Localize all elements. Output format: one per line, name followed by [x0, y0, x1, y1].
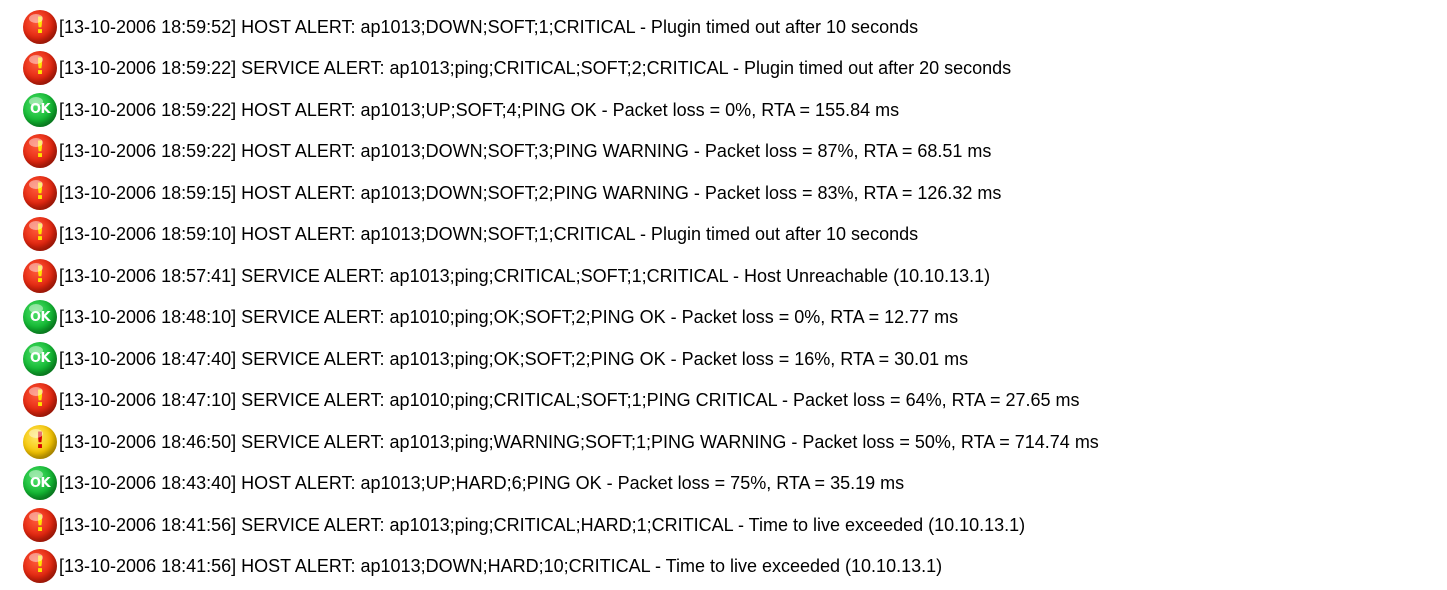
ok-icon: OK: [23, 466, 57, 501]
log-entry-text: [13-10-2006 18:59:10] HOST ALERT: ap1013…: [59, 224, 919, 245]
log-entry-text: [13-10-2006 18:59:22] SERVICE ALERT: ap1…: [59, 58, 1012, 79]
critical-icon: !: [23, 383, 57, 418]
log-entry: OK [13-10-2006 18:43:40] HOST ALERT: ap10…: [0, 463, 1447, 505]
critical-icon: !: [23, 51, 57, 86]
critical-icon: !: [23, 217, 57, 252]
log-entry-text: [13-10-2006 18:57:41] SERVICE ALERT: ap1…: [59, 265, 991, 286]
log-entry-text: [13-10-2006 18:48:10] SERVICE ALERT: ap1…: [59, 307, 959, 328]
log-entry-text: [13-10-2006 18:59:52] HOST ALERT: ap1013…: [59, 16, 919, 37]
log-entry: ! [13-10-2006 18:46:50] SERVICE ALERT: ap…: [0, 421, 1447, 463]
log-entry-text: [13-10-2006 18:46:50] SERVICE ALERT: ap1…: [59, 431, 1099, 452]
log-entry: ! [13-10-2006 18:47:10] SERVICE ALERT: ap…: [0, 380, 1447, 422]
critical-icon: !: [23, 175, 57, 210]
critical-icon: !: [23, 134, 57, 169]
log-entry-text: [13-10-2006 18:59:22] HOST ALERT: ap1013…: [59, 141, 992, 162]
log-entry-text: [13-10-2006 18:41:56] HOST ALERT: ap1013…: [59, 556, 943, 577]
log-entry: ! [13-10-2006 18:57:41] SERVICE ALERT: ap…: [0, 255, 1447, 297]
log-entry: ! [13-10-2006 18:59:22] HOST ALERT: ap101…: [0, 131, 1447, 173]
log-entry-text: [13-10-2006 18:59:15] HOST ALERT: ap1013…: [59, 182, 1002, 203]
critical-icon: !: [23, 9, 57, 44]
log-entry: OK [13-10-2006 18:47:40] SERVICE ALERT: a…: [0, 338, 1447, 380]
log-entry-text: [13-10-2006 18:43:40] HOST ALERT: ap1013…: [59, 473, 905, 494]
log-entry: ! [13-10-2006 18:41:56] SERVICE ALERT: ap…: [0, 504, 1447, 546]
log-entry: ! [13-10-2006 18:59:52] HOST ALERT: ap101…: [0, 6, 1447, 48]
critical-icon: !: [23, 549, 57, 584]
log-entry: ! [13-10-2006 18:59:10] HOST ALERT: ap101…: [0, 214, 1447, 256]
log-entry: ! [13-10-2006 18:59:15] HOST ALERT: ap101…: [0, 172, 1447, 214]
log-entry: OK [13-10-2006 18:59:22] HOST ALERT: ap10…: [0, 89, 1447, 131]
log-entry-text: [13-10-2006 18:59:22] HOST ALERT: ap1013…: [59, 99, 900, 120]
log-entry-text: [13-10-2006 18:47:10] SERVICE ALERT: ap1…: [59, 390, 1080, 411]
critical-icon: !: [23, 258, 57, 293]
log-entry: OK [13-10-2006 18:48:10] SERVICE ALERT: a…: [0, 297, 1447, 339]
log-entry-text: [13-10-2006 18:47:40] SERVICE ALERT: ap1…: [59, 348, 969, 369]
log-entry-text: [13-10-2006 18:41:56] SERVICE ALERT: ap1…: [59, 514, 1026, 535]
ok-icon: OK: [23, 300, 57, 335]
log-entry: ! [13-10-2006 18:41:56] HOST ALERT: ap101…: [0, 546, 1447, 588]
ok-icon: OK: [23, 341, 57, 376]
ok-icon: OK: [23, 92, 57, 127]
log-entry: ! [13-10-2006 18:59:22] SERVICE ALERT: ap…: [0, 48, 1447, 90]
alert-log: ! [13-10-2006 18:59:52] HOST ALERT: ap101…: [0, 0, 1447, 587]
critical-icon: !: [23, 507, 57, 542]
warning-icon: !: [23, 424, 57, 459]
